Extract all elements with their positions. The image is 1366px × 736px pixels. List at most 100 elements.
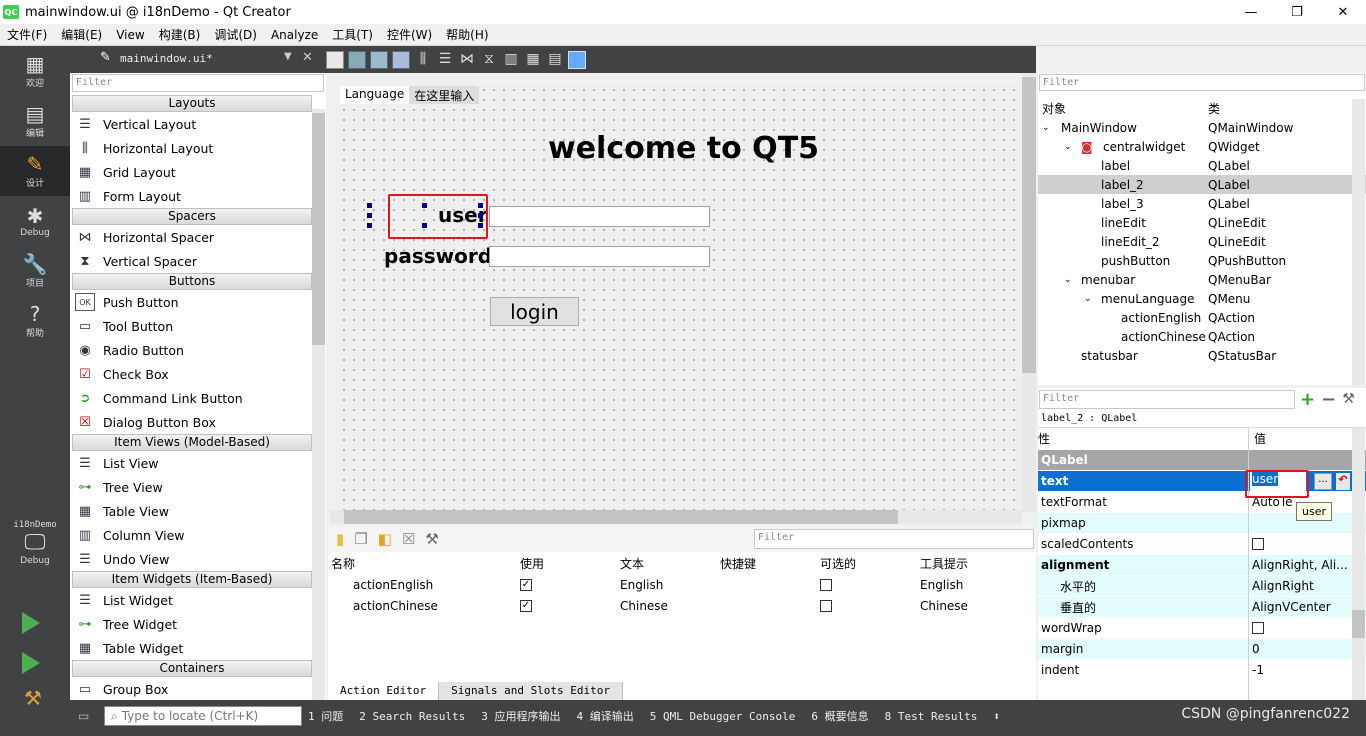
output-tab-qml-console[interactable]: 5 QML Debugger Console [650,710,796,723]
property-row-horizontal[interactable]: 水平的 AlignRight [1038,576,1366,597]
property-editor-scrollbar[interactable] [1352,428,1365,700]
used-checkbox[interactable]: ✓ [520,599,532,612]
configure-icon[interactable]: ⚒ [1342,391,1355,407]
object-inspector-scrollbar[interactable] [1352,99,1365,385]
collapse-arrow-icon[interactable]: ⌄ [1064,275,1072,285]
widget-vertical-layout[interactable]: ☰ Vertical Layout [70,112,326,136]
resize-handle[interactable] [478,203,483,208]
widget-filter-input[interactable]: Filter [72,74,324,92]
reset-icon[interactable]: ↶ [1336,473,1350,490]
property-row-text[interactable]: text user ... ↶ [1038,471,1366,492]
debug-run-icon[interactable] [22,652,40,674]
mode-welcome[interactable]: ▦ 欢迎 [0,46,70,96]
output-tab-issues[interactable]: 1 问题 [308,708,343,724]
column-header-class[interactable]: 类 [1208,100,1220,117]
menu-build[interactable]: 构建(B) [152,26,208,43]
tree-item[interactable]: ⌄ menubar QMenuBar [1038,270,1366,289]
tree-item[interactable]: actionChinese QAction [1038,327,1366,346]
output-tab-compile-output[interactable]: 4 编译输出 [576,708,633,724]
scrollbar-thumb[interactable] [344,510,898,524]
menu-widgets[interactable]: 控件(W) [380,26,439,43]
table-row[interactable]: actionEnglish ✓ English English [328,574,1036,595]
layout-horizontal-icon[interactable]: ⫼ [414,51,432,69]
tree-item[interactable]: label_3 QLabel [1038,194,1366,213]
column-header-object[interactable]: 对象 [1042,100,1066,117]
new-action-icon[interactable]: ▮ [336,530,344,548]
property-row-indent[interactable]: indent -1 [1038,660,1366,681]
layout-grid-icon[interactable]: ▦ [524,51,542,69]
tree-item[interactable]: statusbar QStatusBar [1038,346,1366,365]
form-menu-language[interactable]: Language [340,86,410,104]
tree-item[interactable]: ⌄ menuLanguage QMenu [1038,289,1366,308]
column-header-text[interactable]: 文本 [620,555,644,572]
column-header-checkable[interactable]: 可选的 [820,555,856,572]
resize-handle[interactable] [422,203,427,208]
form-menu-type-here[interactable]: 在这里输入 [409,86,480,104]
resize-handle[interactable] [478,213,483,218]
output-tab-test-results[interactable]: 8 Test Results [885,710,978,723]
edit-signals-icon[interactable] [348,50,366,69]
property-row-margin[interactable]: margin 0 [1038,639,1366,660]
close-editor-icon[interactable]: ✕ [302,50,313,65]
output-tab-application-output[interactable]: 3 应用程序输出 [481,708,560,724]
chevron-updown-icon[interactable]: ⬍ [993,710,1000,723]
form-login-button[interactable]: login [490,297,579,326]
used-checkbox[interactable]: ✓ [520,578,532,591]
widget-vertical-spacer[interactable]: ⧗ Vertical Spacer [70,249,326,273]
form-password-line-edit[interactable] [489,246,710,267]
category-buttons[interactable]: Buttons [72,273,312,290]
widget-list-widget[interactable]: ☰ List Widget [70,588,326,612]
tree-item[interactable]: ⌄ MainWindow QMainWindow [1038,118,1366,137]
column-header-value[interactable]: 值 [1254,430,1266,447]
edit-buddies-icon[interactable] [370,50,388,69]
copy-action-icon[interactable]: ❐ [354,530,367,548]
form-user-line-edit[interactable] [489,206,710,227]
scrollbar-thumb[interactable] [1352,610,1365,638]
chevron-down-icon[interactable]: ▼ [284,51,292,62]
widget-horizontal-spacer[interactable]: ⋈ Horizontal Spacer [70,225,326,249]
collapse-arrow-icon[interactable]: ⌄ [1042,123,1050,133]
column-header-name[interactable]: 名称 [331,555,355,572]
run-icon[interactable] [22,612,40,634]
scrollbar-thumb[interactable] [312,113,325,345]
category-item-widgets[interactable]: Item Widgets (Item-Based) [72,571,312,588]
resize-handle[interactable] [367,223,372,228]
widget-grid-layout[interactable]: ▦ Grid Layout [70,160,326,184]
widget-tool-button[interactable]: ▭ Tool Button [70,314,326,338]
menu-edit[interactable]: 编辑(E) [54,26,109,43]
widget-undo-view[interactable]: ☰ Undo View [70,547,326,571]
paste-action-icon[interactable]: ◧ [378,530,392,548]
output-tab-search-results[interactable]: 2 Search Results [359,710,465,723]
form-vertical-scrollbar[interactable] [1022,73,1036,512]
widget-horizontal-layout[interactable]: ⫼ Horizontal Layout [70,136,326,160]
table-row[interactable]: actionChinese ✓ Chinese Chinese [328,595,1036,616]
form-horizontal-scrollbar[interactable] [330,510,1022,524]
column-header-used[interactable]: 使用 [520,555,544,572]
tree-item-selected[interactable]: label_2 QLabel [1038,175,1366,194]
close-button[interactable]: ✕ [1320,0,1366,24]
layout-hsplit-icon[interactable]: ⋈ [458,51,476,69]
property-row-alignment[interactable]: alignment AlignRight, Ali... [1038,555,1366,576]
tree-item[interactable]: label QLabel [1038,156,1366,175]
menu-file[interactable]: 文件(F) [0,26,54,43]
mode-help[interactable]: ? 帮助 [0,296,70,346]
ellipsis-button[interactable]: ... [1314,473,1332,490]
layout-vsplit-icon[interactable]: ⧖ [480,51,498,69]
column-header-tooltip[interactable]: 工具提示 [920,555,968,572]
locator-input[interactable]: ⌕ Type to locate (Ctrl+K) [104,706,302,726]
widget-radio-button[interactable]: ◉ Radio Button [70,338,326,362]
object-filter-input[interactable]: Filter [1039,74,1365,91]
kit-selector[interactable]: i18nDemo 🖵 Debug [0,520,70,590]
edit-tab-order-icon[interactable] [392,50,410,69]
tab-action-editor[interactable]: Action Editor [328,682,440,700]
tree-item[interactable]: lineEdit_2 QLineEdit [1038,232,1366,251]
scaledcontents-checkbox[interactable] [1252,538,1264,550]
property-section-qlabel[interactable]: QLabel [1038,450,1366,471]
tab-signals-slots[interactable]: Signals and Slots Editor [439,682,624,700]
edit-widgets-icon[interactable] [326,50,344,69]
remove-property-icon[interactable]: − [1321,389,1336,410]
mode-debug[interactable]: ✱ Debug [0,196,70,246]
resize-handle[interactable] [422,223,427,228]
tree-item[interactable]: actionEnglish QAction [1038,308,1366,327]
widget-group-box[interactable]: ▭ Group Box [70,677,326,700]
